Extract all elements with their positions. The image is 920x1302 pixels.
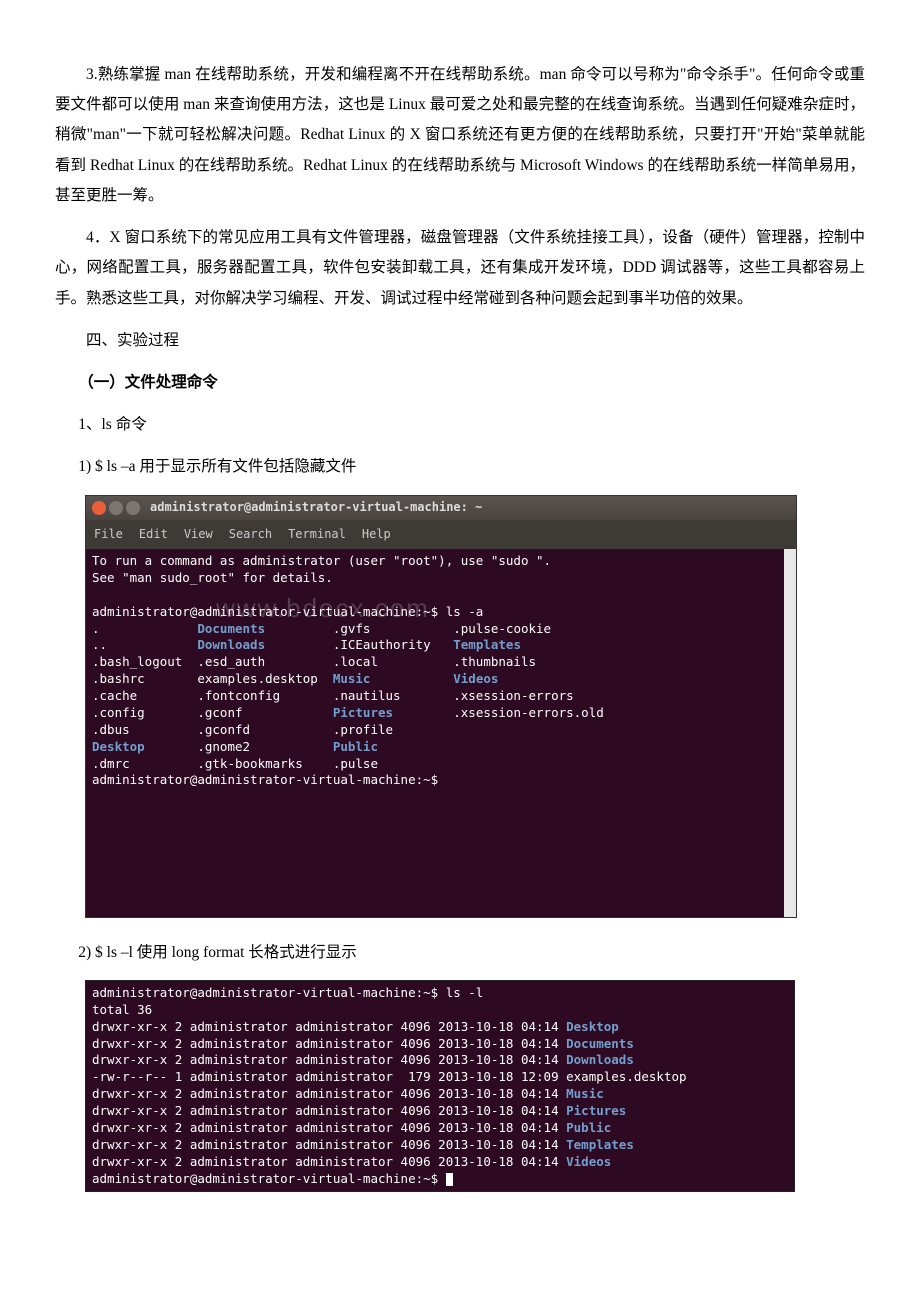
terminal-screenshot-ls-a: administrator@administrator-virtual-mach… xyxy=(85,495,797,918)
close-icon xyxy=(92,501,106,515)
terminal-titlebar: administrator@administrator-virtual-mach… xyxy=(86,496,796,520)
paragraph-3: 3.熟练掌握 man 在线帮助系统，开发和编程离不开在线帮助系统。man 命令可… xyxy=(55,60,865,211)
subsection-1-heading: （一）文件处理命令 xyxy=(55,368,865,398)
terminal-menubar: File Edit View Search Terminal Help xyxy=(86,520,796,549)
item-1-ls-a: 1) $ ls –a 用于显示所有文件包括隐藏文件 xyxy=(55,452,865,482)
paragraph-4: 4．X 窗口系统下的常见应用工具有文件管理器，磁盘管理器（文件系统挂接工具），设… xyxy=(55,223,865,314)
terminal-title: administrator@administrator-virtual-mach… xyxy=(150,496,482,519)
menu-help: Help xyxy=(362,523,391,546)
menu-edit: Edit xyxy=(139,523,168,546)
menu-file: File xyxy=(94,523,123,546)
item-2-ls-l: 2) $ ls –l 使用 long format 长格式进行显示 xyxy=(55,938,865,968)
menu-view: View xyxy=(184,523,213,546)
terminal-body: To run a command as administrator (user … xyxy=(86,549,796,917)
terminal-screenshot-ls-l: administrator@administrator-virtual-mach… xyxy=(85,980,795,1193)
item-1-ls: 1、ls 命令 xyxy=(55,410,865,440)
menu-terminal: Terminal xyxy=(288,523,346,546)
menu-search: Search xyxy=(229,523,272,546)
maximize-icon xyxy=(126,501,140,515)
minimize-icon xyxy=(109,501,123,515)
section-4-heading: 四、实验过程 xyxy=(55,326,865,356)
scrollbar xyxy=(784,549,796,917)
